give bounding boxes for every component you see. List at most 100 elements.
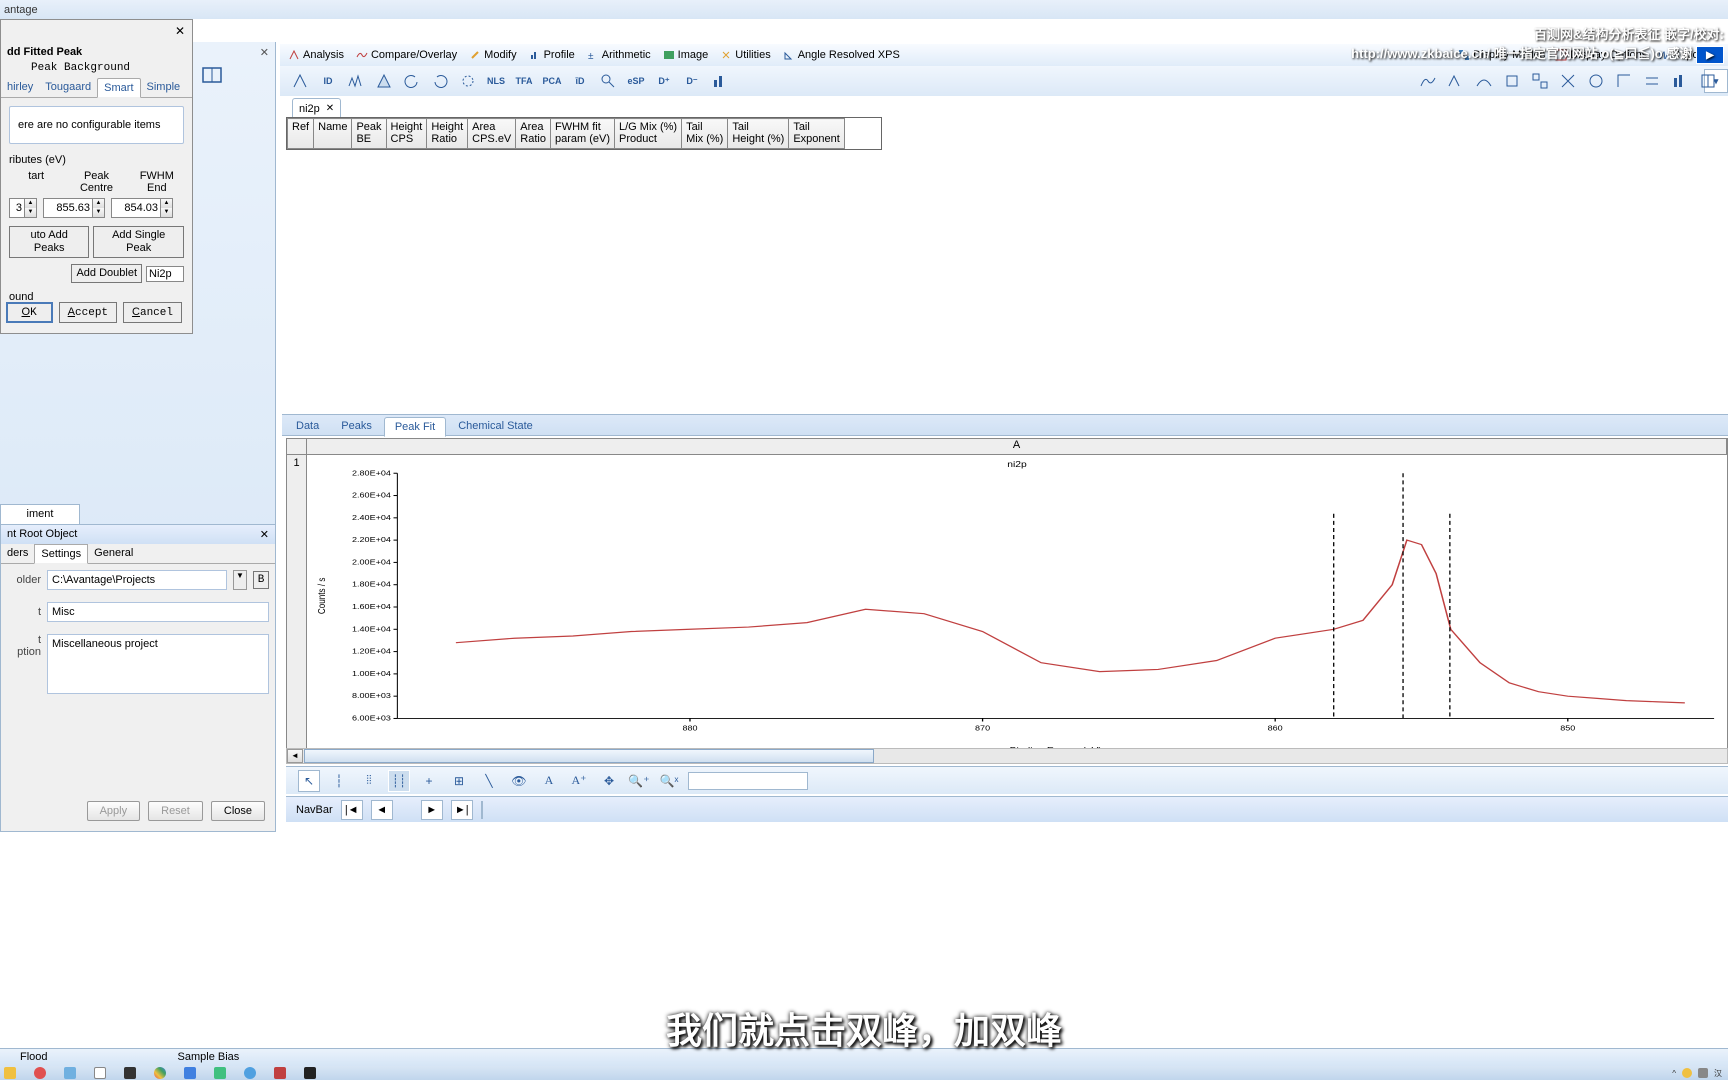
tab-tougaard[interactable]: Tougaard	[39, 78, 97, 97]
column-header[interactable]: Name	[314, 119, 352, 149]
scroll-thumb[interactable]	[304, 749, 874, 763]
row-header[interactable]: 1	[287, 455, 307, 759]
menu-profile[interactable]: Profile	[529, 49, 575, 61]
dropdown-icon[interactable]: ▼	[233, 570, 247, 590]
panel-close-icon[interactable]: ✕	[260, 46, 269, 59]
add-doublet-button[interactable]: Add Doublet	[71, 264, 142, 283]
peak-centre-spinner[interactable]: ▲▼	[43, 198, 105, 218]
ok-button[interactable]: OK	[6, 302, 53, 323]
nav-first-icon[interactable]: |◄	[341, 800, 363, 820]
tool-d2-icon[interactable]: D⁻	[680, 69, 704, 93]
tool-survey-icon[interactable]	[344, 69, 368, 93]
disp-tool-1-icon[interactable]	[1416, 69, 1440, 93]
system-tray[interactable]: ^ 汉	[1672, 1066, 1722, 1080]
app-icon[interactable]	[214, 1067, 226, 1079]
app-icon[interactable]	[64, 1067, 76, 1079]
tab-chemical-state[interactable]: Chemical State	[448, 417, 543, 437]
tray-icon[interactable]	[1698, 1068, 1708, 1078]
taskbar[interactable]	[0, 1066, 1728, 1080]
folder-icon[interactable]	[4, 1067, 16, 1079]
close-icon[interactable]: ✕	[174, 26, 186, 38]
column-header[interactable]: FWHM fitparam (eV)	[550, 119, 614, 149]
tab-settings[interactable]: Settings	[34, 544, 88, 564]
name-input[interactable]	[47, 602, 269, 622]
range-icon[interactable]: ┊┊	[388, 770, 410, 792]
disp-tool-2-icon[interactable]	[1444, 69, 1468, 93]
folder-input[interactable]	[47, 570, 227, 590]
column-header[interactable]: HeightCPS	[386, 119, 427, 149]
vline-icon[interactable]: ┆	[328, 770, 350, 792]
doublet-element-input[interactable]	[146, 266, 184, 282]
disp-tool-11-icon[interactable]	[1696, 69, 1720, 93]
tool-id-icon[interactable]: ID	[316, 69, 340, 93]
column-header[interactable]: Ref	[288, 119, 314, 149]
add-single-peak-button[interactable]: Add Single Peak	[93, 226, 184, 258]
app-icon[interactable]	[274, 1067, 286, 1079]
chart-hscroll[interactable]: ◄	[286, 748, 1728, 764]
app-icon[interactable]	[244, 1067, 256, 1079]
app-icon[interactable]	[94, 1067, 106, 1079]
tray-lang[interactable]: 汉	[1714, 1068, 1722, 1079]
tool-esp-icon[interactable]: eSP	[624, 69, 648, 93]
up-icon[interactable]: ▲	[160, 199, 172, 208]
tab-smart[interactable]: Smart	[97, 78, 140, 98]
app-icon[interactable]	[304, 1067, 316, 1079]
move-icon[interactable]: ✥	[598, 770, 620, 792]
tool-peak2-icon[interactable]	[372, 69, 396, 93]
menu-utilities[interactable]: Utilities	[720, 49, 770, 61]
tab-data[interactable]: Data	[286, 417, 329, 437]
disp-tool-4-icon[interactable]	[1500, 69, 1524, 93]
app-icon[interactable]	[34, 1067, 46, 1079]
menu-compare[interactable]: Compare/Overlay	[356, 49, 457, 61]
tool-id2-icon[interactable]: ῑD	[568, 69, 592, 93]
column-header[interactable]: AreaCPS.eV	[468, 119, 516, 149]
tab-folders[interactable]: ders	[1, 544, 34, 563]
panel-close-icon[interactable]: ✕	[260, 528, 269, 541]
disp-tool-8-icon[interactable]	[1612, 69, 1636, 93]
up-icon[interactable]: ▲	[24, 199, 36, 208]
tool-pca-icon[interactable]: PCA	[540, 69, 564, 93]
close-button[interactable]: Close	[211, 801, 265, 821]
text-icon[interactable]: A	[538, 770, 560, 792]
app-icon[interactable]	[124, 1067, 136, 1079]
nav-last-icon[interactable]: ►|	[451, 800, 473, 820]
reset-button[interactable]: Reset	[148, 801, 203, 821]
nav-next-icon[interactable]: ►	[421, 800, 443, 820]
menu-arithmetic[interactable]: ±Arithmetic	[587, 49, 651, 61]
accept-button[interactable]: Accept	[59, 302, 117, 323]
column-header[interactable]: TailMix (%)	[682, 119, 728, 149]
zoom-in-icon[interactable]: 🔍⁺	[628, 770, 650, 792]
tool-fit-icon[interactable]	[456, 69, 480, 93]
crosshair-icon[interactable]: +	[418, 770, 440, 792]
tab-close-icon[interactable]: ✕	[326, 103, 334, 114]
tool-tfa-icon[interactable]: TFA	[512, 69, 536, 93]
fwhm-end-spinner[interactable]: ▲▼	[111, 198, 173, 218]
column-header[interactable]: PeakBE	[352, 119, 386, 149]
grid-icon[interactable]: ⊞	[448, 770, 470, 792]
document-tab[interactable]: ni2p ✕	[292, 98, 341, 118]
menu-analysis[interactable]: Analysis	[288, 49, 344, 61]
tab-peak-fit[interactable]: Peak Fit	[384, 417, 446, 437]
pointer-icon[interactable]: ↖	[298, 770, 320, 792]
tab-simple[interactable]: Simple	[141, 78, 187, 97]
tool-undo-icon[interactable]	[400, 69, 424, 93]
apply-button[interactable]: Apply	[87, 801, 141, 821]
column-header[interactable]: A	[307, 439, 1727, 454]
scroll-left-icon[interactable]: ◄	[287, 749, 303, 763]
column-header[interactable]: AreaRatio	[516, 119, 551, 149]
tab-shirley[interactable]: hirley	[1, 78, 39, 97]
down-icon[interactable]: ▼	[24, 208, 36, 217]
tool-peak-icon[interactable]	[288, 69, 312, 93]
book-icon[interactable]	[201, 66, 225, 86]
line-icon[interactable]: ╲	[478, 770, 500, 792]
nav-prev-icon[interactable]: ◄	[371, 800, 393, 820]
disp-tool-10-icon[interactable]	[1668, 69, 1692, 93]
menu-angle-resolved[interactable]: Angle Resolved XPS	[783, 49, 900, 61]
column-header[interactable]: TailHeight (%)	[728, 119, 789, 149]
up-icon[interactable]: ▲	[92, 199, 104, 208]
start-spinner[interactable]: ▲▼	[9, 198, 37, 218]
tab-experiment[interactable]: iment	[0, 504, 80, 524]
tool-nls-icon[interactable]: NLS	[484, 69, 508, 93]
description-input[interactable]: Miscellaneous project	[47, 634, 269, 694]
tray-up-icon[interactable]: ^	[1672, 1069, 1676, 1078]
